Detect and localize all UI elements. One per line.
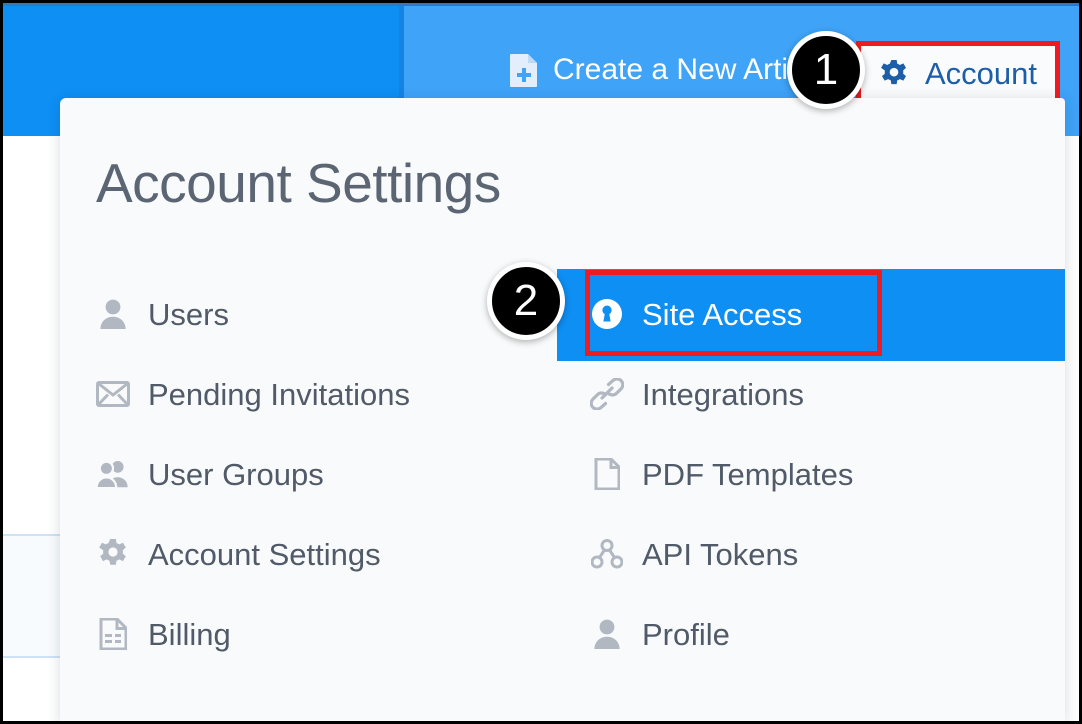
menu-item-pdf-templates[interactable]: PDF Templates <box>590 434 853 514</box>
account-settings-dropdown: Account Settings Users Pending Invitatio… <box>60 98 1065 721</box>
menu-item-label: User Groups <box>148 456 324 492</box>
document-plus-icon <box>509 53 539 87</box>
user-icon <box>96 297 130 331</box>
gear-icon <box>96 537 130 571</box>
menu-item-user-groups[interactable]: User Groups <box>96 434 410 514</box>
account-button-label: Account <box>924 56 1037 91</box>
annotation-badge-2-label: 2 <box>513 276 539 325</box>
menu-item-profile[interactable]: Profile <box>590 594 853 674</box>
menu-item-billing[interactable]: Billing <box>96 594 410 674</box>
page-title: Account Settings <box>96 152 501 214</box>
menu-item-integrations[interactable]: Integrations <box>590 354 853 434</box>
menu-item-users[interactable]: Users <box>96 274 410 354</box>
menu-item-label: Pending Invitations <box>148 376 410 412</box>
menu-item-label: Profile <box>642 616 730 652</box>
menu-item-api-tokens[interactable]: API Tokens <box>590 514 853 594</box>
menu-item-label: Users <box>148 296 229 332</box>
account-button[interactable]: Account <box>856 41 1060 106</box>
header-top-border <box>3 3 1079 6</box>
menu-column-left: Users Pending Invitations User Groups Ac… <box>96 274 410 674</box>
invoice-document-icon <box>96 617 130 651</box>
menu-item-label: Account Settings <box>148 536 381 572</box>
gear-icon <box>879 59 909 89</box>
page-icon <box>590 457 624 491</box>
screenshot-root: Create a New Article Account Account Set… <box>0 0 1082 724</box>
menu-item-label: Billing <box>148 616 231 652</box>
create-new-article-button[interactable]: Create a New Article <box>509 53 826 87</box>
annotation-badge-1: 1 <box>787 31 865 109</box>
annotation-badge-1-label: 1 <box>813 45 839 94</box>
menu-item-account-settings[interactable]: Account Settings <box>96 514 410 594</box>
site-access-highlight-outline <box>585 270 882 356</box>
annotation-badge-2: 2 <box>487 262 565 340</box>
menu-item-label: PDF Templates <box>642 456 854 492</box>
create-new-article-label: Create a New Article <box>553 53 827 86</box>
menu-item-label: API Tokens <box>642 536 799 572</box>
sitemap-icon <box>590 537 624 571</box>
menu-item-pending-invitations[interactable]: Pending Invitations <box>96 354 410 434</box>
chain-link-icon <box>590 377 624 411</box>
envelope-icon <box>96 377 130 411</box>
users-group-icon <box>96 457 130 491</box>
menu-item-label: Integrations <box>642 376 804 412</box>
user-icon <box>590 617 624 651</box>
